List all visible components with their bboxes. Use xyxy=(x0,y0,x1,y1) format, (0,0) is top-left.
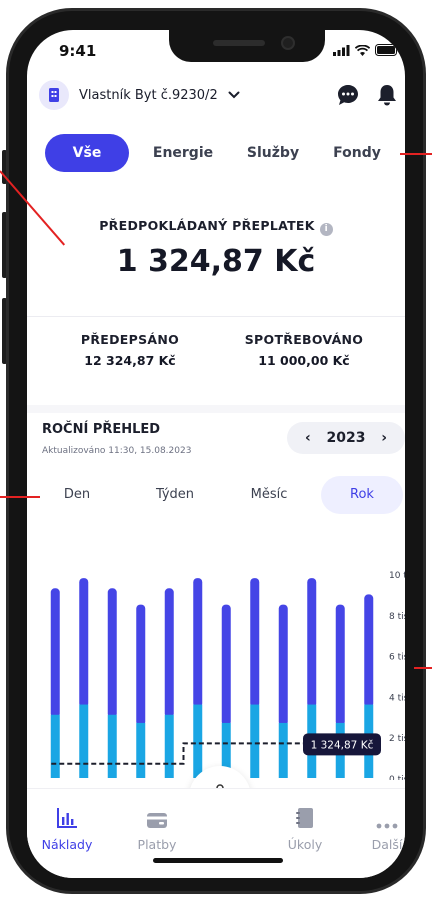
bar-lower xyxy=(278,722,288,778)
building-icon xyxy=(39,80,69,110)
speaker-grille xyxy=(213,40,265,46)
bar-lower xyxy=(136,722,146,778)
year-selector: ‹ 2023 › xyxy=(287,422,405,454)
range-year[interactable]: Rok xyxy=(321,476,403,514)
nav-more-label: Další xyxy=(371,837,403,852)
info-icon[interactable]: i xyxy=(319,223,333,236)
status-icons xyxy=(333,44,400,56)
bar-lower xyxy=(164,714,174,778)
status-time: 9:41 xyxy=(59,42,97,60)
category-tabs: Vše Energie Služby Fondy xyxy=(45,134,395,172)
tooltip-value: 1 324,87 Kč xyxy=(311,739,374,751)
y-tick-label: 8 tis. xyxy=(389,612,405,622)
bar-upper xyxy=(364,594,374,708)
tab-vse[interactable]: Vše xyxy=(45,134,129,172)
bar-lower xyxy=(250,704,260,778)
stat-consumed-value: 11 000,00 Kč xyxy=(258,353,350,368)
nav-costs[interactable]: Náklady xyxy=(27,803,107,852)
more-icon xyxy=(349,803,405,829)
property-selector[interactable]: Vlastník Byt č.9230/2 xyxy=(39,80,240,110)
bar-upper xyxy=(307,578,317,708)
bar-upper xyxy=(335,604,345,726)
section-separator xyxy=(27,405,405,413)
overpayment-amount: 1 324,87 Kč xyxy=(116,244,316,279)
stat-consumed: SPOTŘEBOVÁNO 11 000,00 Kč xyxy=(219,332,389,368)
bar-lower xyxy=(79,704,89,778)
annotation-line xyxy=(400,153,432,155)
y-tick-label: 4 tis. xyxy=(389,693,405,703)
y-tick-label: 2 tis. xyxy=(389,734,405,744)
prev-year-button[interactable]: ‹ xyxy=(305,430,311,446)
y-tick-label: 0 tis. xyxy=(389,775,405,780)
annual-overview-title: ROČNÍ PŘEHLED xyxy=(42,422,161,437)
tab-fondy[interactable]: Fondy xyxy=(315,134,399,172)
chevron-down-icon xyxy=(228,91,240,99)
last-updated: Aktualizováno 11:30, 15.08.2023 xyxy=(42,446,192,456)
range-day[interactable]: Den xyxy=(37,476,117,514)
nav-tasks[interactable]: Úkoly xyxy=(265,803,345,852)
year-value: 2023 xyxy=(326,430,366,446)
app-screen: 9:41 Vlastník Byt č.9230/2 Vše Energie S… xyxy=(27,30,405,878)
range-month[interactable]: Měsíc xyxy=(229,476,309,514)
phone-notch xyxy=(169,30,325,62)
overpayment-title-text: PŘEDPOKLÁDANÝ PŘEPLATEK xyxy=(99,218,315,233)
bottom-navigation: Náklady Platby Úkoly Další xyxy=(27,788,405,878)
top-actions xyxy=(337,84,397,106)
nav-payments-label: Platby xyxy=(137,837,177,852)
wallet-icon xyxy=(117,803,197,829)
stat-prescribed-label: PŘEDEPSÁNO xyxy=(80,332,180,347)
property-label: Vlastník Byt č.9230/2 xyxy=(79,87,218,103)
bar-upper xyxy=(136,604,146,726)
y-tick-label: 6 tis. xyxy=(389,653,405,663)
chat-icon[interactable] xyxy=(337,84,359,106)
next-year-button[interactable]: › xyxy=(381,430,387,446)
battery-icon xyxy=(375,44,400,56)
annual-cost-chart: 10 tis.8 tis.6 tis.4 tis.2 tis.0 tis.JAN… xyxy=(50,571,405,780)
y-tick-label: 10 tis. xyxy=(389,571,405,581)
notebook-icon xyxy=(265,803,345,829)
bar-upper xyxy=(107,588,117,718)
stat-prescribed-value: 12 324,87 Kč xyxy=(84,353,176,368)
bar-lower xyxy=(107,714,117,778)
chart-icon xyxy=(27,803,107,829)
nav-payments[interactable]: Platby xyxy=(117,803,197,852)
bell-icon[interactable] xyxy=(377,84,397,106)
bar-lower xyxy=(193,704,203,778)
annotation-line xyxy=(414,667,432,669)
annotation-line xyxy=(0,496,40,498)
nav-costs-label: Náklady xyxy=(41,837,93,852)
bar-upper xyxy=(250,578,260,708)
tab-sluzby[interactable]: Služby xyxy=(229,134,317,172)
stat-consumed-label: SPOTŘEBOVÁNO xyxy=(244,332,364,347)
bar-upper xyxy=(221,604,231,726)
home-indicator xyxy=(153,858,283,863)
nav-more[interactable]: Další xyxy=(349,803,405,852)
bar-upper xyxy=(164,588,174,718)
overpayment-title: PŘEDPOKLÁDANÝ PŘEPLATEK i xyxy=(27,218,405,236)
stat-prescribed: PŘEDEPSÁNO 12 324,87 Kč xyxy=(45,332,215,368)
nav-tasks-label: Úkoly xyxy=(287,837,323,852)
front-camera xyxy=(281,36,295,50)
bar-upper xyxy=(193,578,203,708)
bar-upper xyxy=(79,578,89,708)
bar-upper xyxy=(50,588,60,718)
tab-energie[interactable]: Energie xyxy=(141,134,225,172)
bar-upper xyxy=(278,604,288,726)
wifi-icon xyxy=(355,44,370,56)
bar-lower xyxy=(50,714,60,778)
divider xyxy=(27,316,405,317)
range-week[interactable]: Týden xyxy=(135,476,215,514)
signal-icon xyxy=(333,44,350,56)
